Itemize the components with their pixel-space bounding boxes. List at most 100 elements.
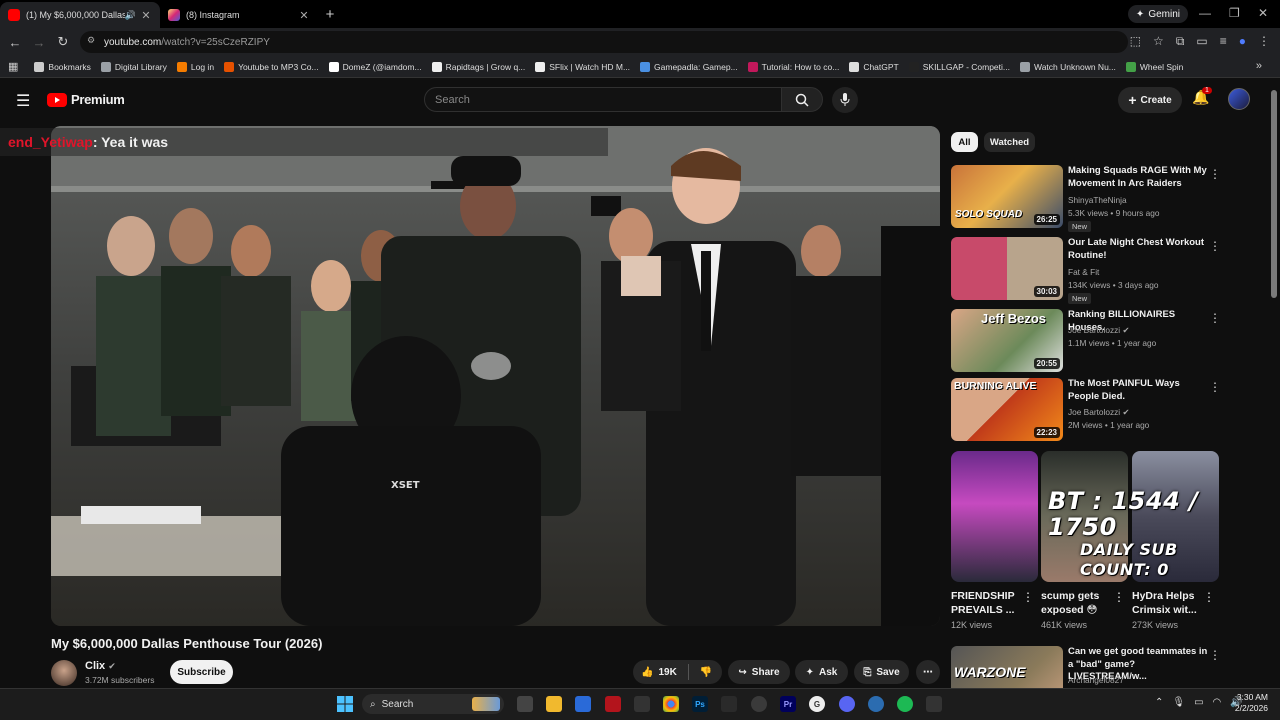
install-app-icon[interactable]: ⬚: [1130, 34, 1141, 49]
more-vertical-icon[interactable]: ⋮: [1209, 167, 1221, 181]
bookmark-item[interactable]: SKILLGAP - Competi...: [908, 61, 1010, 72]
photoshop-icon[interactable]: Ps: [692, 696, 708, 712]
recommendation-channel[interactable]: Fat & Fit: [1068, 267, 1099, 277]
spotify-icon[interactable]: [897, 696, 913, 712]
forward-icon[interactable]: →: [27, 35, 51, 50]
app-icon[interactable]: [605, 696, 621, 712]
bookmark-item[interactable]: Digital Library: [100, 61, 167, 72]
bookmark-item[interactable]: Tutorial: How to co...: [747, 61, 839, 72]
profile-icon[interactable]: ●: [1239, 34, 1246, 49]
premiere-pro-icon[interactable]: Pr: [780, 696, 796, 712]
more-vertical-icon[interactable]: ⋮: [1022, 590, 1034, 604]
bookmark-item[interactable]: Gamepadla: Gamep...: [640, 61, 738, 72]
ask-button[interactable]: ✦ Ask: [795, 660, 848, 684]
bookmark-item[interactable]: Rapidtags | Grow q...: [431, 61, 525, 72]
recommendation-item[interactable]: WARZONE Can we get good teammates in a "…: [951, 646, 1221, 688]
recommendation-channel[interactable]: Archangel0827: [1068, 675, 1124, 685]
taskbar-search[interactable]: ⌕ Search: [362, 694, 504, 714]
speaker-icon[interactable]: 🔊: [125, 10, 136, 21]
save-button[interactable]: ⎘ Save: [854, 660, 909, 684]
video-player[interactable]: XSET: [51, 126, 940, 626]
page-scrollbar[interactable]: [1271, 90, 1277, 298]
url-field[interactable]: ⚙ youtube.com/watch?v=25sCzeRZIPY: [80, 31, 1128, 53]
menu-icon[interactable]: ⋮: [1258, 34, 1270, 49]
youtube-logo[interactable]: Premium: [47, 92, 125, 107]
gemini-button[interactable]: ✦ Gemini: [1127, 5, 1188, 23]
app-icon[interactable]: [751, 696, 767, 712]
hamburger-menu-icon[interactable]: ☰: [16, 91, 30, 111]
recommendation-channel[interactable]: ShinyaTheNinja: [1068, 195, 1127, 205]
channel-avatar[interactable]: [51, 660, 77, 686]
bookmark-item[interactable]: Youtube to MP3 Co...: [224, 61, 319, 72]
recommendation-channel[interactable]: Joe Bartolozzi ✔: [1068, 325, 1129, 335]
bookmark-item[interactable]: Watch Unknown Nu...: [1020, 61, 1116, 72]
create-button[interactable]: + Create: [1118, 87, 1182, 113]
recommendation-item[interactable]: SOLO SQUAD 26:25 Making Squads RAGE With…: [951, 165, 1221, 232]
bookmark-item[interactable]: DomeZ (@iamdom...: [328, 61, 422, 72]
subscribe-button[interactable]: Subscribe: [170, 660, 233, 684]
chrome-icon[interactable]: [663, 696, 679, 712]
new-tab-button[interactable]: +: [318, 6, 342, 23]
close-window-icon[interactable]: ✕: [1258, 6, 1268, 20]
file-explorer-icon[interactable]: [546, 696, 562, 712]
short-title[interactable]: scump gets exposed 😳: [1041, 589, 1119, 617]
media-icon[interactable]: ≡: [1220, 34, 1227, 49]
short-title[interactable]: FRIENDSHIP PREVAILS ...: [951, 589, 1029, 617]
task-view-icon[interactable]: [517, 696, 533, 712]
app-icon[interactable]: [634, 696, 650, 712]
back-icon[interactable]: ←: [3, 35, 27, 50]
microphone-icon[interactable]: 🎙: [1172, 697, 1185, 708]
bookmark-item[interactable]: Log in: [176, 61, 214, 72]
recommendation-title[interactable]: Our Late Night Chest Workout Routine!: [1068, 237, 1208, 262]
bookmark-item[interactable]: Bookmarks: [34, 61, 91, 72]
search-button[interactable]: [781, 87, 823, 112]
store-icon[interactable]: [575, 696, 591, 712]
bookmark-star-icon[interactable]: ☆: [1153, 34, 1164, 49]
wifi-icon[interactable]: ◠: [1213, 697, 1222, 708]
system-clock[interactable]: 3:30 AM 2/2/2026: [1228, 692, 1268, 714]
more-vertical-icon[interactable]: ⋮: [1209, 380, 1221, 394]
video-thumbnail[interactable]: Jeff Bezos 20:55: [951, 309, 1063, 372]
close-icon[interactable]: ✕: [140, 9, 152, 22]
windows-start-icon[interactable]: [337, 696, 353, 712]
more-vertical-icon[interactable]: ⋮: [1209, 311, 1221, 325]
dislike-button[interactable]: 👎: [700, 667, 712, 678]
share-button[interactable]: ↪ Share: [728, 660, 790, 684]
more-vertical-icon[interactable]: ⋮: [1209, 239, 1221, 253]
account-avatar[interactable]: [1228, 88, 1250, 110]
apps-grid-icon[interactable]: ▦: [8, 60, 18, 73]
bookmark-item[interactable]: ChatGPT: [849, 61, 899, 72]
search-input[interactable]: Search: [424, 87, 782, 112]
chip-watched[interactable]: Watched: [984, 132, 1035, 152]
extensions-icon[interactable]: ⧉: [1176, 34, 1185, 49]
video-thumbnail[interactable]: BURNING ALIVE 22:23: [951, 378, 1063, 441]
short-title[interactable]: HyDra Helps Crimsix wit...: [1132, 589, 1210, 617]
cast-icon[interactable]: ▭: [1196, 34, 1207, 49]
notifications-button[interactable]: 🔔 1: [1192, 87, 1212, 106]
display-icon[interactable]: ▭: [1194, 697, 1203, 708]
recommendation-channel[interactable]: Joe Bartolozzi ✔: [1068, 407, 1129, 417]
short-thumbnail[interactable]: [951, 451, 1038, 582]
recommendation-item[interactable]: Jeff Bezos 20:55 Ranking BILLIONAIRES Ho…: [951, 309, 1221, 372]
bookmark-item[interactable]: Wheel Spin: [1125, 61, 1183, 72]
restore-icon[interactable]: ❐: [1229, 6, 1240, 20]
bookmark-item[interactable]: SFlix | Watch HD M...: [535, 61, 630, 72]
chip-all[interactable]: All: [951, 132, 978, 152]
browser-tab-instagram[interactable]: (8) Instagram ✕: [160, 2, 318, 28]
more-vertical-icon[interactable]: ⋮: [1209, 648, 1221, 662]
site-info-icon[interactable]: ⚙: [87, 35, 95, 46]
google-icon[interactable]: G: [809, 696, 825, 712]
app-icon[interactable]: [721, 696, 737, 712]
browser-tab-youtube[interactable]: (1) My $6,000,000 Dallas Pe 🔊 ✕: [0, 2, 160, 28]
video-thumbnail[interactable]: WARZONE: [951, 646, 1063, 688]
video-thumbnail[interactable]: 30:03: [951, 237, 1063, 300]
recommendation-title[interactable]: Making Squads RAGE With My Movement In A…: [1068, 165, 1208, 190]
discord-icon[interactable]: [839, 696, 855, 712]
app-icon[interactable]: [926, 696, 942, 712]
more-actions-button[interactable]: ⋯: [916, 660, 940, 684]
voice-search-button[interactable]: [832, 87, 858, 113]
chevron-up-icon[interactable]: ⌃: [1155, 697, 1163, 708]
recommendation-title[interactable]: The Most PAINFUL Ways People Died.: [1068, 378, 1208, 403]
close-icon[interactable]: ✕: [298, 9, 310, 22]
recommendation-item[interactable]: 30:03 Our Late Night Chest Workout Routi…: [951, 237, 1221, 304]
